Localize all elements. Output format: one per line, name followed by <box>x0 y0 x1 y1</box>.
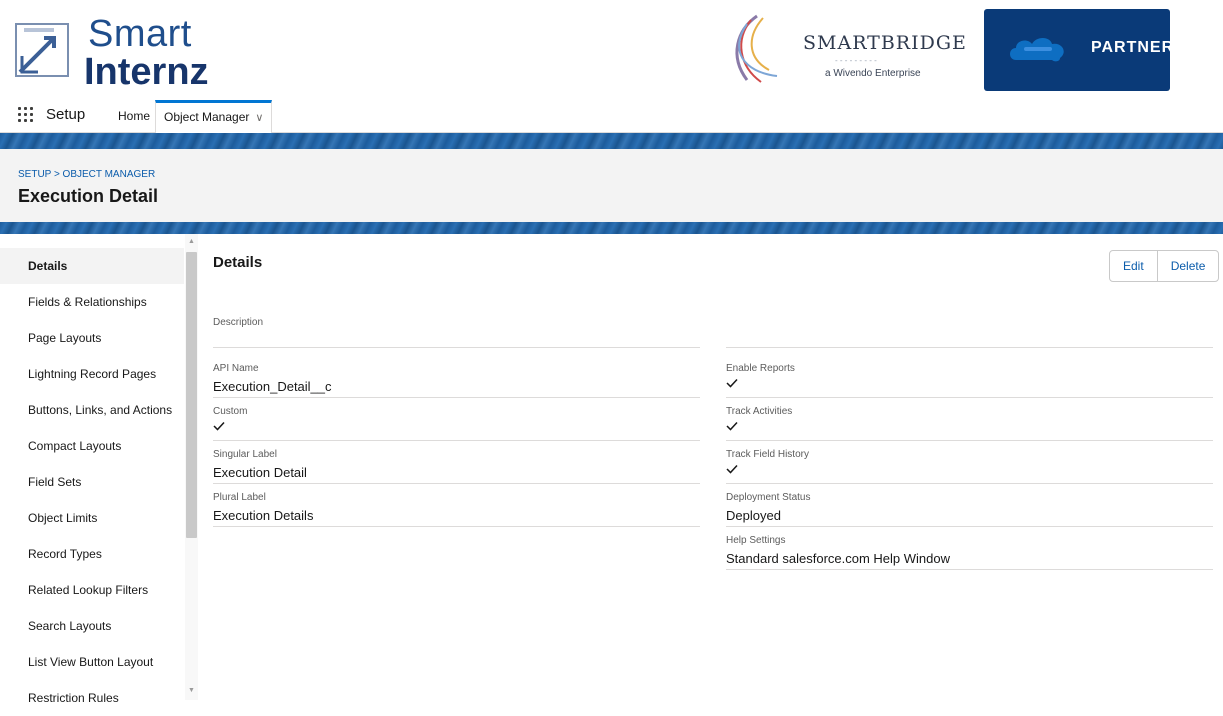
singular-label-field: Singular Label Execution Detail <box>213 449 700 484</box>
singular-label-label: Singular Label <box>213 449 277 460</box>
page-title: Execution Detail <box>18 186 159 206</box>
description-field: Description <box>213 317 700 348</box>
object-header: SETUP > OBJECT MANAGER Execution Detail <box>0 149 1223 222</box>
sidebar-scrollbar-thumb[interactable] <box>186 252 197 538</box>
sidebar-item-search-layouts[interactable]: Search Layouts <box>0 608 184 644</box>
checkmark-icon <box>213 421 225 431</box>
enable-reports-label: Enable Reports <box>726 363 795 374</box>
help-settings-label: Help Settings <box>726 535 786 546</box>
breadcrumb[interactable]: SETUP > OBJECT MANAGER <box>18 169 155 180</box>
checkmark-icon <box>726 464 738 474</box>
partner-label: PARTNER <box>1091 39 1170 56</box>
api-name-field: API Name Execution_Detail__c <box>213 363 700 398</box>
chevron-down-icon[interactable]: ∨ <box>255 104 263 133</box>
track-field-history-field: Track Field History <box>726 449 1213 484</box>
decorative-banner-lower <box>0 222 1223 234</box>
checkmark-icon <box>726 421 738 431</box>
description-label: Description <box>213 317 264 328</box>
brand-header: Smart Internz SMARTBRIDGE - - - - - - - … <box>0 0 1223 100</box>
sidebar-item-fields-relationships[interactable]: Fields & Relationships <box>0 284 184 320</box>
edit-button[interactable]: Edit <box>1110 251 1157 281</box>
deployment-status-label: Deployment Status <box>726 492 811 503</box>
smart-internz-word-2: Internz <box>84 51 209 93</box>
sidebar-item-buttons-links-actions[interactable]: Buttons, Links, and Actions <box>0 392 184 428</box>
sidebar-item-list-view-button-layout[interactable]: List View Button Layout <box>0 644 184 680</box>
api-name-label: API Name <box>213 363 259 374</box>
tab-home-label: Home <box>118 109 151 123</box>
smartbridge-subtitle: a Wivendo Enterprise <box>825 68 921 79</box>
delete-button[interactable]: Delete <box>1156 251 1219 281</box>
sidebar-item-details[interactable]: Details <box>0 248 184 284</box>
description-field-right <box>726 317 1213 348</box>
tab-home[interactable]: Home <box>110 100 158 132</box>
smart-internz-word-1: Smart <box>88 13 192 55</box>
scroll-down-arrow-icon[interactable]: ▼ <box>186 685 197 697</box>
app-name: Setup <box>46 106 86 123</box>
singular-label-value: Execution Detail <box>213 465 307 480</box>
salesforce-partner-badge: PARTNER <box>984 9 1170 91</box>
tab-object-manager-label: Object Manager <box>164 110 250 124</box>
track-field-history-label: Track Field History <box>726 449 809 460</box>
sidebar-item-compact-layouts[interactable]: Compact Layouts <box>0 428 184 464</box>
sidebar-item-lightning-record-pages[interactable]: Lightning Record Pages <box>0 356 184 392</box>
global-nav: Setup Home Object Manager ∨ <box>0 100 1223 135</box>
sidebar-item-object-limits[interactable]: Object Limits <box>0 500 184 536</box>
app-launcher-grid-icon[interactable] <box>18 107 34 123</box>
track-activities-label: Track Activities <box>726 406 793 417</box>
tab-object-manager[interactable]: Object Manager ∨ <box>155 100 273 135</box>
enable-reports-field: Enable Reports <box>726 363 1213 398</box>
smartbridge-swirl-icon <box>735 14 778 83</box>
smartbridge-tagline-mark: - - - - - - - - - <box>835 56 877 65</box>
sidebar-item-page-layouts[interactable]: Page Layouts <box>0 320 184 356</box>
smart-internz-logo-icon <box>15 23 69 77</box>
sidebar-item-restriction-rules[interactable]: Restriction Rules <box>0 680 184 716</box>
deployment-status-value: Deployed <box>726 508 781 523</box>
plural-label-value: Execution Details <box>213 508 314 523</box>
details-panel: Details Edit Delete Description API Name… <box>213 234 1220 700</box>
section-title: Details <box>213 254 263 271</box>
help-settings-field: Help Settings Standard salesforce.com He… <box>726 535 1213 570</box>
plural-label-field: Plural Label Execution Details <box>213 492 700 527</box>
smartbridge-logo: SMARTBRIDGE - - - - - - - - - a Wivendo … <box>717 6 966 94</box>
checkmark-icon <box>726 378 738 388</box>
scroll-up-arrow-icon[interactable]: ▲ <box>186 236 197 248</box>
action-button-group: Edit Delete <box>1109 250 1220 282</box>
custom-field: Custom <box>213 406 700 441</box>
deployment-status-field: Deployment Status Deployed <box>726 492 1213 527</box>
decorative-banner <box>0 133 1223 149</box>
help-settings-value: Standard salesforce.com Help Window <box>726 551 950 566</box>
track-activities-field: Track Activities <box>726 406 1213 441</box>
smartbridge-name: SMARTBRIDGE <box>803 32 967 54</box>
sidebar-item-field-sets[interactable]: Field Sets <box>0 464 184 500</box>
custom-label: Custom <box>213 406 248 417</box>
sidebar-item-related-lookup-filters[interactable]: Related Lookup Filters <box>0 572 184 608</box>
api-name-value: Execution_Detail__c <box>213 379 332 394</box>
sidebar-item-record-types[interactable]: Record Types <box>0 536 184 572</box>
salesforce-cloud-icon <box>1010 38 1064 62</box>
plural-label-label: Plural Label <box>213 492 266 503</box>
object-sidebar: Details Fields & Relationships Page Layo… <box>0 234 200 705</box>
